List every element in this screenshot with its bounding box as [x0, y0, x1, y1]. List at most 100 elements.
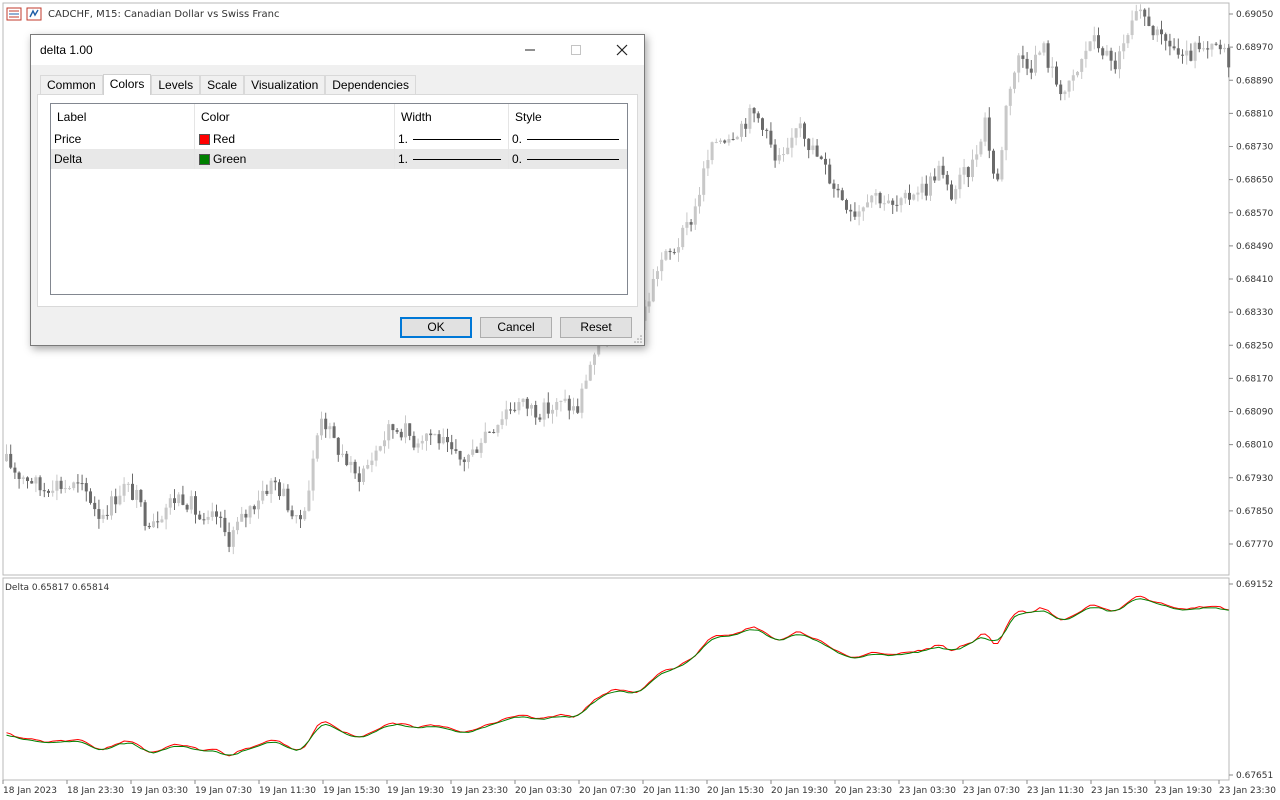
candle-body: [236, 521, 239, 531]
time-tick-label: 20 Jan 15:30: [707, 786, 764, 796]
candle-body: [479, 442, 483, 453]
candle-body: [584, 380, 588, 389]
candle-body: [811, 145, 815, 151]
candle-body: [122, 483, 126, 496]
candle-body: [1147, 16, 1151, 26]
time-tick-label: 19 Jan 11:30: [259, 786, 316, 796]
candle-body: [278, 482, 281, 497]
width-select[interactable]: 1.: [395, 129, 509, 149]
color-swatch[interactable]: [199, 153, 210, 165]
candle-body: [1134, 11, 1138, 21]
dialog-title: delta 1.00: [40, 43, 93, 57]
candle-body: [336, 437, 340, 455]
candle-body: [979, 141, 983, 155]
candle-body: [353, 461, 357, 474]
candle-body: [76, 482, 80, 484]
candle-body: [903, 192, 907, 199]
candle-body: [1055, 66, 1058, 85]
color-swatch[interactable]: [199, 133, 210, 145]
candle-body: [723, 140, 727, 143]
candle-body: [168, 498, 172, 508]
tab-visualization[interactable]: Visualization: [244, 75, 326, 95]
price-tick-label: 0.67770: [1236, 540, 1273, 550]
candle-body: [517, 402, 521, 411]
column-color[interactable]: Color: [195, 104, 395, 130]
candle-body: [975, 154, 979, 160]
candle-body: [945, 174, 949, 185]
one-click-trading-icon[interactable]: [26, 7, 42, 21]
candle-body: [324, 418, 328, 430]
color-picker[interactable]: Red: [195, 129, 395, 149]
candle-body: [710, 142, 714, 161]
ok-button[interactable]: OK: [400, 317, 472, 338]
symbol-caption: CADCHF, M15: Canadian Dollar vs Swiss Fr…: [48, 8, 280, 20]
candle-body: [185, 504, 189, 510]
tab-dependencies[interactable]: Dependencies: [325, 75, 416, 95]
candle-body: [357, 473, 361, 482]
candle-body: [135, 489, 139, 500]
style-select[interactable]: 0.: [509, 129, 627, 149]
candle-body: [500, 419, 504, 425]
candle-body: [286, 488, 290, 511]
reset-button[interactable]: Reset: [560, 317, 632, 338]
candle-body: [698, 194, 701, 207]
color-picker[interactable]: Green: [195, 149, 395, 169]
candle-body: [160, 519, 164, 523]
tab-levels[interactable]: Levels: [151, 75, 201, 95]
candle-body: [1084, 50, 1088, 60]
candle-body: [1176, 48, 1180, 55]
candle-body: [530, 404, 533, 409]
candle-body: [899, 198, 903, 206]
resize-grip-icon[interactable]: [634, 335, 642, 343]
colors-grid[interactable]: Label Color Width Style Price Red 1. 0.: [50, 103, 628, 295]
candle-body: [719, 140, 722, 143]
candle-body: [1101, 48, 1105, 56]
column-label[interactable]: Label: [51, 104, 195, 130]
candle-body: [660, 259, 664, 272]
style-value: 0.: [512, 132, 523, 146]
menu-grid-icon[interactable]: [6, 7, 22, 21]
candle-body: [1210, 43, 1214, 50]
candle-body: [1122, 43, 1126, 52]
minimize-icon[interactable]: [507, 35, 553, 65]
style-select[interactable]: 0.: [509, 149, 627, 169]
candle-body: [450, 442, 454, 450]
candle-body: [1218, 44, 1222, 50]
color-name: Red: [213, 132, 236, 146]
tab-colors[interactable]: Colors: [102, 74, 152, 95]
candle-body: [1021, 55, 1025, 59]
width-select[interactable]: 1.: [395, 149, 509, 169]
candle-body: [815, 145, 819, 157]
candle-body: [735, 136, 739, 140]
candle-body: [328, 426, 332, 430]
close-icon[interactable]: [599, 35, 645, 65]
candle-body: [1155, 29, 1159, 36]
column-style[interactable]: Style: [509, 104, 627, 130]
candle-body: [244, 513, 248, 518]
candle-body: [996, 173, 1000, 180]
tab-scale[interactable]: Scale: [200, 75, 245, 95]
candle-body: [429, 433, 433, 436]
column-width[interactable]: Width: [395, 104, 509, 130]
candle-body: [1143, 9, 1147, 17]
candle-body: [504, 409, 508, 420]
candle-body: [954, 189, 958, 200]
candle-body: [794, 128, 798, 138]
candle-body: [219, 516, 223, 518]
cancel-button[interactable]: Cancel: [480, 317, 552, 338]
dialog-titlebar[interactable]: delta 1.00: [31, 35, 644, 65]
time-tick-label: 20 Jan 23:30: [835, 786, 892, 796]
candle-body: [1139, 9, 1142, 12]
indicator-properties-dialog[interactable]: delta 1.00 Common Colors Levels Scale Vi…: [30, 34, 645, 346]
candle-body: [740, 123, 743, 137]
candle-body: [761, 118, 764, 130]
candle-body: [958, 174, 962, 190]
price-tick-label: 0.68090: [1236, 408, 1273, 418]
tab-common[interactable]: Common: [40, 75, 103, 95]
candle-body: [677, 247, 680, 253]
grid-row-price[interactable]: Price Red 1. 0.: [51, 129, 627, 149]
grid-row-delta[interactable]: Delta Green 1. 0.: [51, 149, 627, 169]
candle-body: [966, 167, 970, 178]
candle-body: [441, 436, 445, 444]
time-tick-label: 19 Jan 19:30: [387, 786, 444, 796]
